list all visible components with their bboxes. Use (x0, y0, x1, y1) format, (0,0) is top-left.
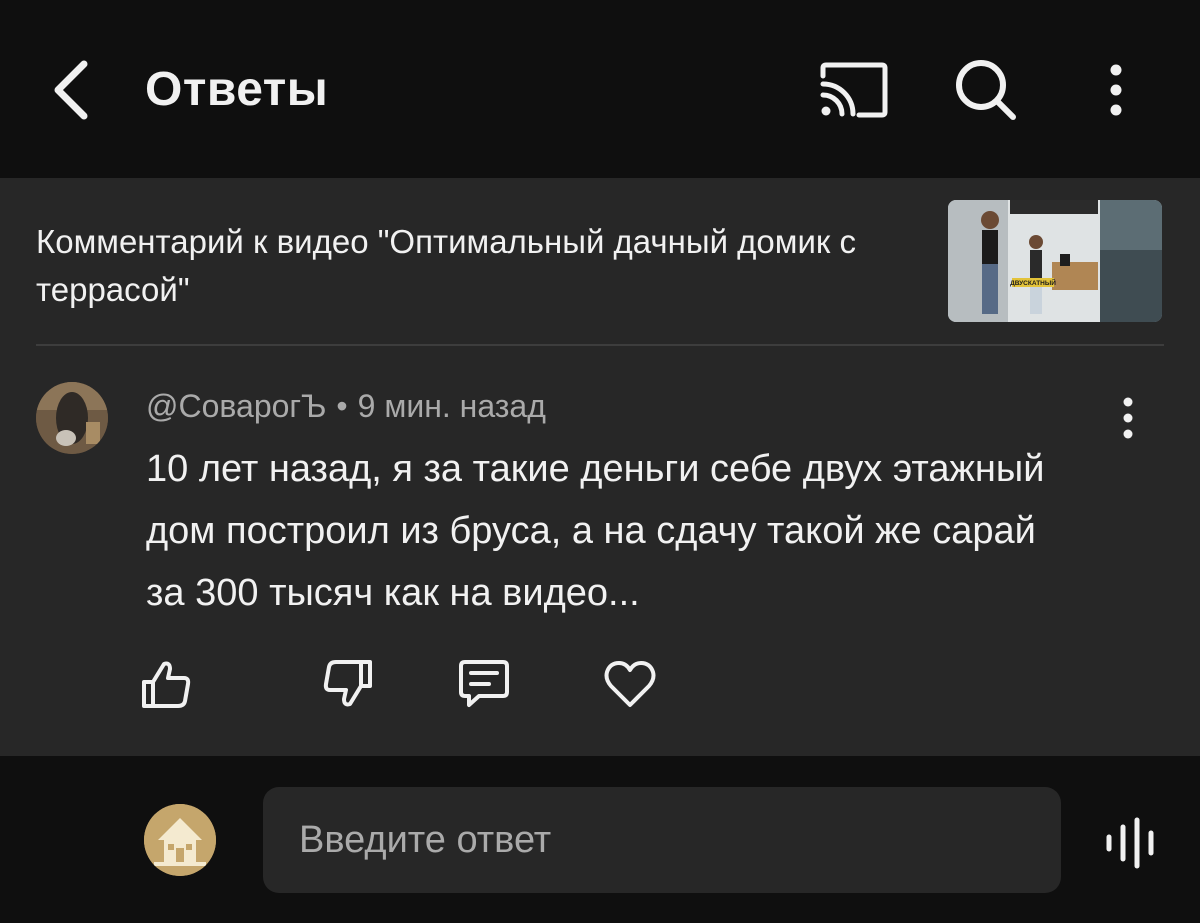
cast-icon (820, 62, 888, 118)
cast-button[interactable] (812, 48, 896, 132)
meta-separator: • (336, 388, 348, 424)
user-avatar[interactable] (144, 804, 216, 876)
reply-button[interactable] (448, 648, 520, 720)
commenter-avatar[interactable] (36, 382, 108, 454)
avatar-image (36, 382, 108, 454)
comment-time: 9 мин. назад (357, 388, 546, 424)
heart-button[interactable] (594, 648, 666, 720)
comment-icon (459, 660, 509, 707)
top-bar: Ответы (0, 0, 1200, 178)
divider (36, 344, 1164, 346)
back-button[interactable] (30, 50, 110, 130)
heart-icon (604, 661, 656, 707)
like-button[interactable] (130, 648, 202, 720)
thumbnail-caption: ДВУСКАТНЫЙ (1010, 278, 1056, 287)
thumb-up-icon (142, 661, 191, 708)
video-context[interactable]: Комментарий к видео "Оптимальный дачный … (36, 200, 1164, 346)
more-options-button[interactable] (1074, 48, 1158, 132)
replies-screen: Ответы Комментарий к видео "Оптимальный … (0, 0, 1200, 923)
user-avatar-image (144, 804, 216, 876)
comment-more-button[interactable] (1100, 386, 1156, 450)
video-thumbnail[interactable]: ДВУСКАТНЫЙ (948, 200, 1162, 322)
voice-icon (1106, 817, 1154, 869)
thumb-down-icon (323, 660, 372, 707)
video-context-text: Комментарий к видео "Оптимальный дачный … (36, 223, 857, 308)
comment-author[interactable]: @СоварогЪ (146, 388, 326, 424)
comment-text: 10 лет назад, я за такие деньги себе дву… (146, 448, 1045, 614)
reply-input[interactable] (263, 787, 1061, 893)
comment-item: @СоварогЪ • 9 мин. назад 10 лет назад, я з… (0, 368, 1200, 728)
comment-meta: @СоварогЪ • 9 мин. назад (146, 388, 546, 425)
search-icon (956, 60, 1016, 120)
search-button[interactable] (944, 48, 1028, 132)
comment-panel: Комментарий к видео "Оптимальный дачный … (0, 178, 1200, 756)
page-title: Ответы (145, 63, 329, 116)
chevron-left-icon (54, 60, 88, 120)
thumbnail-image: ДВУСКАТНЫЙ (948, 200, 1162, 322)
more-vertical-icon (1123, 397, 1133, 439)
dislike-button[interactable] (312, 648, 384, 720)
reply-bar (0, 756, 1200, 923)
voice-input-button[interactable] (1096, 808, 1166, 878)
more-vertical-icon (1110, 64, 1122, 116)
